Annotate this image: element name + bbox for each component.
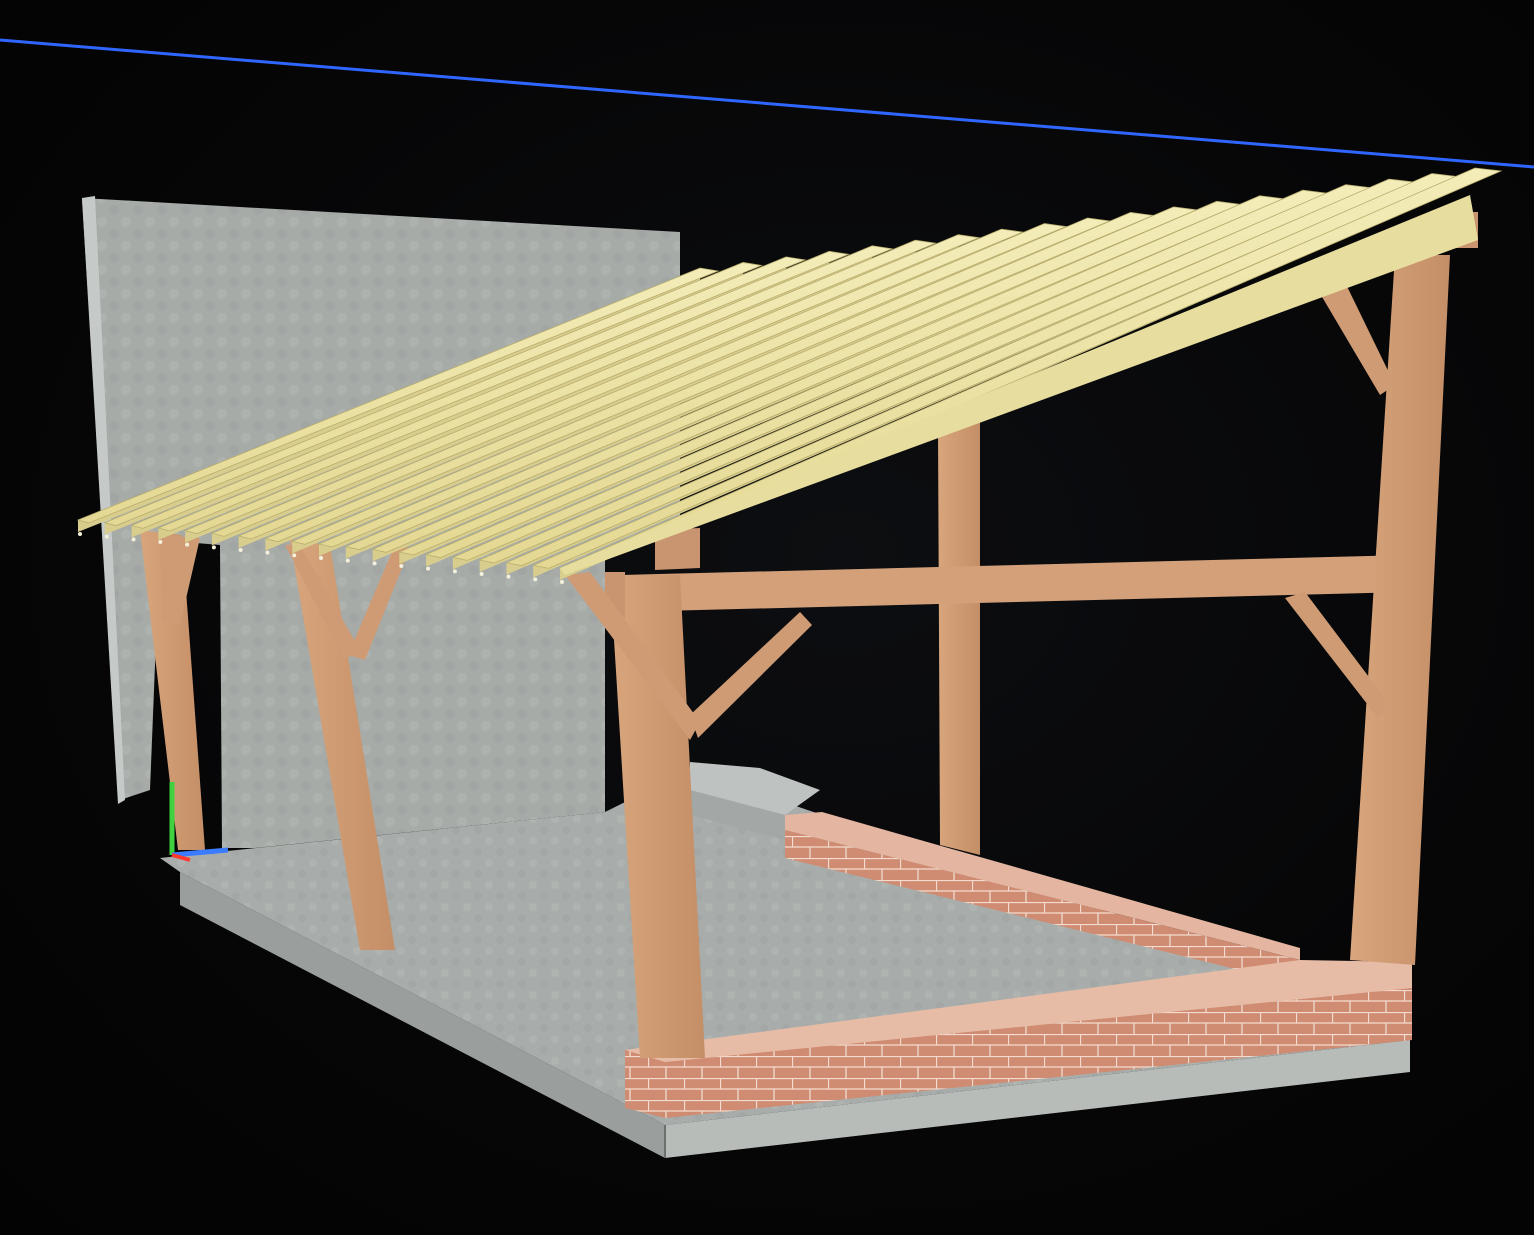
- 3d-viewport[interactable]: [0, 0, 1534, 1235]
- timber-post-middle[interactable]: [938, 420, 980, 855]
- rafter-end-marker: [399, 564, 404, 568]
- rafter-end-marker: [131, 537, 136, 542]
- rafter-end-marker: [185, 542, 190, 547]
- rafter-end-marker: [104, 534, 109, 539]
- rafter-end-marker: [158, 540, 163, 544]
- rafter-end-marker: [533, 577, 538, 582]
- blue-guide-line: [0, 38, 1534, 169]
- rafter-end-marker: [345, 558, 350, 563]
- rafter-end-marker: [560, 580, 564, 584]
- rafter-end-marker: [372, 561, 377, 566]
- rafter-end-marker: [292, 553, 297, 558]
- rafter-end-marker: [452, 569, 457, 574]
- rafter-end-marker: [506, 574, 511, 579]
- rafter-end-marker: [265, 550, 270, 555]
- rafter-end-marker: [319, 556, 323, 560]
- rafter-end-marker: [479, 572, 484, 576]
- model-canvas[interactable]: [0, 0, 1534, 1235]
- rafter-end-marker: [78, 532, 82, 536]
- rafter-end-marker: [238, 548, 243, 552]
- rafter-end-marker: [426, 566, 431, 571]
- rafter-end-marker: [211, 545, 216, 550]
